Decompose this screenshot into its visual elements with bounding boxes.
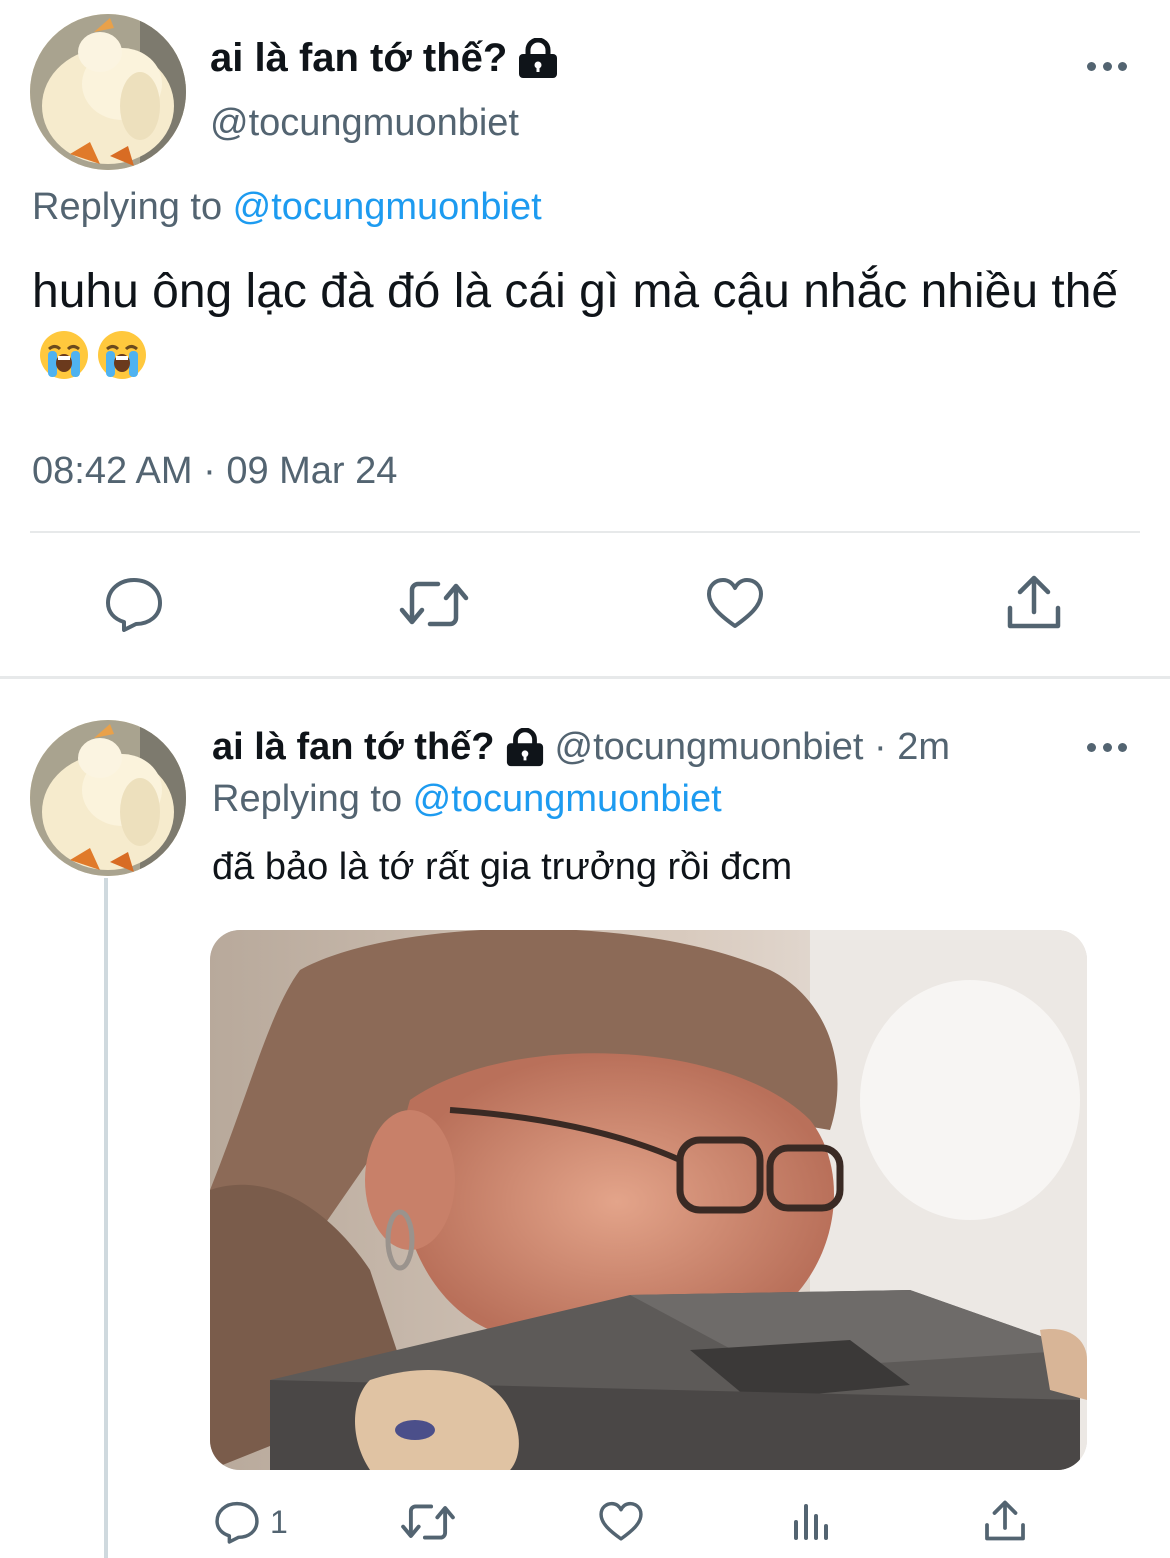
- share-icon: [985, 1500, 1025, 1541]
- retweet-icon: [399, 581, 469, 627]
- like-button[interactable]: [598, 1500, 644, 1544]
- replying-to-label: Replying to: [32, 186, 233, 228]
- replying-to: Replying to @tocungmuonbiet: [212, 778, 722, 821]
- reply-button[interactable]: 1: [214, 1500, 288, 1544]
- reply-button[interactable]: [104, 576, 164, 632]
- loudly-crying-face-icon: [38, 329, 90, 381]
- like-button[interactable]: [705, 576, 765, 632]
- like-icon: [599, 1501, 643, 1541]
- tweet-text-content: huhu ông lạc đà đó là cái gì mà cậu nhắc…: [32, 265, 1119, 318]
- display-name[interactable]: ai là fan tớ thế?: [210, 36, 559, 81]
- reply-icon: [215, 1501, 259, 1544]
- avatar[interactable]: [30, 720, 186, 876]
- avatar[interactable]: [30, 14, 186, 170]
- lock-icon: [505, 727, 545, 768]
- woman-biting-laptop-image: [210, 930, 1087, 1470]
- retweet-icon: [401, 1504, 455, 1540]
- tweet-thread-page: ai là fan tớ thế? @tocungmuonbiet Replyi…: [0, 0, 1170, 1558]
- display-name-text[interactable]: ai là fan tớ thế?: [210, 36, 507, 81]
- views-icon: [794, 1504, 828, 1540]
- tweet-media-image[interactable]: [210, 930, 1087, 1470]
- replying-to-label: Replying to: [212, 778, 413, 820]
- like-icon: [707, 578, 763, 628]
- thread-connector-line: [104, 878, 108, 1558]
- replying-to: Replying to @tocungmuonbiet: [32, 186, 542, 229]
- handle-and-time[interactable]: @tocungmuonbiet · 2m: [555, 726, 951, 769]
- tweet-text: huhu ông lạc đà đó là cái gì mà cậu nhắc…: [32, 258, 1142, 394]
- views-button[interactable]: [792, 1500, 832, 1542]
- reply-count: 1: [270, 1503, 288, 1540]
- retweet-button[interactable]: [398, 576, 470, 632]
- more-options-icon[interactable]: [1087, 60, 1127, 72]
- reply-header: ai là fan tớ thế? @tocungmuonbiet · 2m: [212, 726, 950, 769]
- share-icon: [1007, 575, 1061, 629]
- replying-to-handle-link[interactable]: @tocungmuonbiet: [233, 186, 542, 228]
- share-button[interactable]: [1006, 574, 1062, 634]
- lock-icon: [517, 37, 559, 80]
- loudly-crying-face-icon: [96, 329, 148, 381]
- replying-to-handle-link[interactable]: @tocungmuonbiet: [413, 778, 722, 820]
- more-options-icon[interactable]: [1087, 741, 1127, 753]
- reply-icon: [106, 578, 162, 632]
- duck-avatar-image: [30, 14, 186, 170]
- user-handle[interactable]: @tocungmuonbiet: [210, 102, 519, 145]
- divider: [30, 531, 1140, 533]
- retweet-button[interactable]: [400, 1500, 456, 1544]
- tweet-timestamp[interactable]: 08:42 AM · 09 Mar 24: [32, 450, 397, 493]
- display-name-text[interactable]: ai là fan tớ thế?: [212, 726, 495, 769]
- reply-tweet-text: đã bảo là tớ rất gia trưởng rồi đcm: [212, 846, 793, 888]
- share-button[interactable]: [984, 1499, 1026, 1545]
- duck-avatar-image: [30, 720, 186, 876]
- section-separator: [0, 676, 1170, 679]
